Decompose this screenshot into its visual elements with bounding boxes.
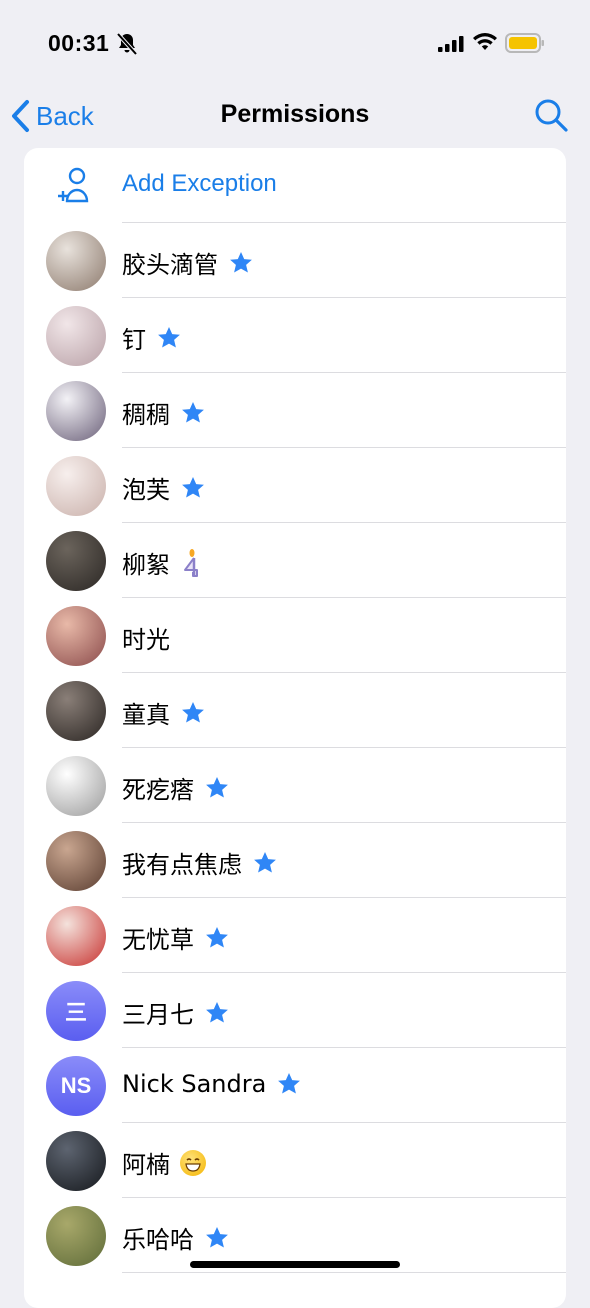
contact-name: 乐哈哈 bbox=[122, 1226, 194, 1254]
avatar bbox=[46, 381, 106, 441]
avatar bbox=[46, 831, 106, 891]
contact-name-wrap: 我有点焦虑 bbox=[122, 845, 278, 880]
avatar bbox=[46, 1206, 106, 1266]
star-icon bbox=[182, 401, 204, 422]
avatar bbox=[46, 1131, 106, 1191]
avatar bbox=[46, 756, 106, 816]
contact-name: 钉 bbox=[122, 326, 146, 354]
contact-name: 童真 bbox=[122, 701, 170, 729]
exceptions-list: Add Exception 胶头滴管钉稠稠泡芙柳絮时光童真死疙瘩我有点焦虑无忧草… bbox=[24, 148, 566, 1308]
status-time: 00:31 bbox=[48, 30, 110, 56]
star-icon bbox=[182, 701, 204, 722]
star-icon bbox=[206, 926, 228, 947]
contact-row[interactable]: 阿楠 bbox=[24, 1123, 566, 1198]
contact-row[interactable]: 稠稠 bbox=[24, 373, 566, 448]
page-title: Permissions bbox=[220, 100, 370, 128]
star-icon bbox=[206, 1001, 228, 1022]
bell-muted-icon bbox=[116, 32, 138, 56]
contact-name: 阿楠 bbox=[122, 1151, 170, 1179]
contact-name: 柳絮 bbox=[122, 551, 170, 579]
add-user-icon bbox=[58, 167, 89, 203]
status-bar: 00:31 bbox=[0, 0, 590, 84]
star-icon bbox=[254, 851, 276, 872]
candle-4-icon bbox=[184, 548, 198, 577]
contact-row[interactable]: 死疙瘩 bbox=[24, 748, 566, 823]
contact-name-wrap: 钉 bbox=[122, 320, 182, 355]
avatar bbox=[46, 231, 106, 291]
contact-name-wrap: 乐哈哈 bbox=[122, 1220, 230, 1255]
home-indicator bbox=[190, 1261, 400, 1268]
contact-row[interactable]: 我有点焦虑 bbox=[24, 823, 566, 898]
navigation-bar: Back Permissions bbox=[0, 84, 590, 148]
contact-row[interactable]: 童真 bbox=[24, 673, 566, 748]
contact-name-wrap: Nick Sandra bbox=[122, 1070, 302, 1098]
contact-name: 稠稠 bbox=[122, 401, 170, 429]
contact-name-wrap: 柳絮 bbox=[122, 545, 204, 580]
contact-name: 我有点焦虑 bbox=[122, 851, 242, 879]
grinning-emoji-icon bbox=[180, 1149, 206, 1176]
contact-name-wrap: 死疙瘩 bbox=[122, 770, 230, 805]
contact-name-wrap: 无忧草 bbox=[122, 920, 230, 955]
add-exception-label: Add Exception bbox=[122, 170, 277, 197]
contact-name: 三月七 bbox=[122, 1001, 194, 1029]
contact-name: Nick Sandra bbox=[122, 1070, 267, 1098]
star-icon bbox=[182, 476, 204, 497]
contact-row[interactable]: 柳絮 bbox=[24, 523, 566, 598]
avatar bbox=[46, 531, 106, 591]
star-icon bbox=[278, 1073, 301, 1094]
avatar bbox=[46, 306, 106, 366]
contact-name-wrap: 阿楠 bbox=[122, 1145, 206, 1180]
contact-row[interactable]: 钉 bbox=[24, 298, 566, 373]
avatar bbox=[46, 906, 106, 966]
contact-name-wrap: 三月七 bbox=[122, 995, 230, 1030]
star-icon bbox=[158, 326, 180, 347]
contact-row[interactable]: 泡芙 bbox=[24, 448, 566, 523]
row-divider bbox=[122, 1272, 566, 1273]
avatar bbox=[46, 456, 106, 516]
contact-name-wrap: 胶头滴管 bbox=[122, 245, 254, 280]
add-exception-button[interactable]: Add Exception bbox=[24, 148, 566, 223]
contact-name: 无忧草 bbox=[122, 926, 194, 954]
contact-name-wrap: 稠稠 bbox=[122, 395, 206, 430]
contact-name: 时光 bbox=[122, 626, 170, 654]
contact-row[interactable]: 三三月七 bbox=[24, 973, 566, 1048]
avatar-initials: 三 bbox=[46, 981, 106, 1041]
avatar bbox=[46, 606, 106, 666]
contact-name: 死疙瘩 bbox=[122, 776, 194, 804]
contact-name-wrap: 泡芙 bbox=[122, 470, 206, 505]
contact-name: 泡芙 bbox=[122, 476, 170, 504]
avatar-initials: NS bbox=[46, 1056, 106, 1116]
contact-row[interactable]: 胶头滴管 bbox=[24, 223, 566, 298]
star-icon bbox=[206, 776, 228, 797]
star-icon bbox=[230, 251, 252, 272]
cellular-signal-icon bbox=[438, 36, 464, 52]
contact-name-wrap: 童真 bbox=[122, 695, 206, 730]
contact-name-wrap: 时光 bbox=[122, 620, 170, 655]
contact-name: 胶头滴管 bbox=[122, 251, 218, 279]
star-icon bbox=[206, 1226, 228, 1247]
contact-row[interactable]: NS Nick Sandra bbox=[24, 1048, 566, 1123]
contact-row[interactable]: 时光 bbox=[24, 598, 566, 673]
wifi-icon bbox=[473, 33, 497, 50]
battery-icon bbox=[505, 33, 544, 53]
contact-row[interactable]: 无忧草 bbox=[24, 898, 566, 973]
avatar bbox=[46, 681, 106, 741]
search-icon[interactable] bbox=[534, 98, 568, 132]
